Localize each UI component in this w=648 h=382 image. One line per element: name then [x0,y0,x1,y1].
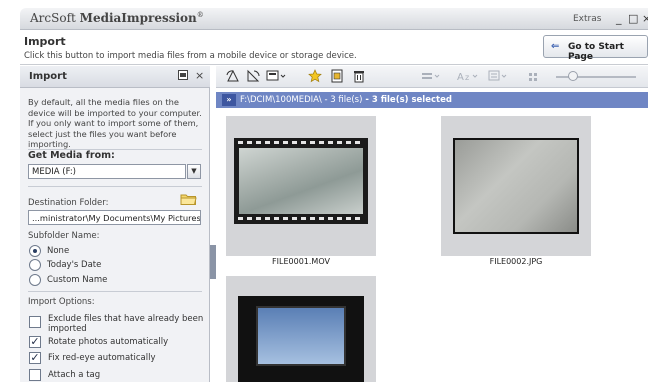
film-strip-holes [238,217,364,220]
checkbox-label: Rotate photos automatically [48,337,169,347]
back-arrow-icon: ⇐ [551,41,560,52]
destination-folder-label: Destination Folder: [28,198,109,208]
panel-close-icon[interactable]: × [195,69,204,82]
folder-path: F:\DCIM\100MEDIA\ - 3 file(s) [240,95,363,105]
radio-icon[interactable] [29,259,41,271]
import-options-label: Import Options: [28,297,95,307]
sort-icon[interactable] [421,69,441,86]
panel-collapse-handle[interactable] [210,245,216,279]
app-title-prefix: ArcSoft [30,11,80,25]
film-strip-holes [238,141,364,144]
destination-folder-input[interactable]: ...ministrator\My Documents\My Pictures [28,210,201,225]
panel-intro-text: By default, all the media files on the d… [28,97,202,149]
svg-text:A: A [457,72,464,83]
star-rating-icon[interactable] [308,69,322,86]
divider [28,186,202,187]
divider [28,291,202,292]
view-mode-icon[interactable] [266,69,286,86]
radio-label: Custom Name [47,275,108,285]
checkbox-checked-icon[interactable]: ✓ [29,352,41,364]
panel-title-bar: Import × [20,66,210,88]
list-view-icon[interactable] [488,69,508,86]
radio-icon[interactable] [29,274,41,286]
radio-label: Today's Date [47,260,102,270]
app-title: ArcSoft MediaImpression® [30,11,204,25]
media-source-value: MEDIA (F:) [32,167,76,177]
expand-folder-icon[interactable]: » [222,94,236,106]
app-title-name: MediaImpression [79,11,197,25]
video-thumbnail-image [234,138,368,224]
selection-count: - 3 file(s) selected [362,95,452,105]
media-thumbnail[interactable] [441,116,591,256]
panel-dock-icon[interactable] [178,70,188,83]
rotate-right-icon[interactable] [246,69,260,86]
photo-thumbnail-image [453,138,579,234]
text-filter-icon[interactable]: Az [456,69,480,86]
panel-title: Import [29,71,67,82]
page-description: Click this button to import media files … [24,51,357,61]
file-name: FILE0001.MOV [272,257,330,266]
radio-selected-icon[interactable] [29,245,41,257]
document-info-icon[interactable] [330,69,344,86]
page-header: Import Click this button to import media… [20,31,648,65]
media-source-select[interactable]: MEDIA (F:) [28,164,186,179]
toolbar: Az [216,66,648,88]
file-name: FILE0002.JPG [489,257,543,266]
get-media-label: Get Media from: [28,150,115,161]
media-thumbnail[interactable] [226,276,376,382]
photo-frame [256,306,346,366]
svg-text:z: z [465,73,469,82]
extras-menu[interactable]: Extras [573,14,601,24]
media-source-dropdown-icon[interactable]: ▼ [187,164,201,179]
go-to-start-page-button[interactable]: ⇐ Go to Start Page [543,35,648,62]
checkbox-label-continued: imported [48,324,87,334]
folder-path-text: F:\DCIM\100MEDIA\ - 3 file(s) - 3 file(s… [240,95,452,105]
checkbox-checked-icon[interactable]: ✓ [29,336,41,348]
folder-path-bar: » F:\DCIM\100MEDIA\ - 3 file(s) - 3 file… [216,92,648,108]
photo-frame [455,140,577,232]
page-title: Import [24,35,66,48]
checkbox-label: Exclude files that have already been [48,314,204,324]
media-thumbnail[interactable] [226,116,376,256]
start-button-label: Go to Start Page [568,42,624,62]
browse-folder-icon[interactable] [180,193,197,205]
checkbox-icon[interactable] [29,369,41,381]
delete-icon[interactable] [352,69,366,86]
destination-folder-value: ...ministrator\My Documents\My Pictures [32,213,201,223]
zoom-slider-handle[interactable] [568,71,578,81]
subfolder-name-label: Subfolder Name: [28,231,100,241]
thumbnail-size-small-icon [528,69,540,86]
radio-label: None [47,246,70,256]
minimize-button[interactable]: _ [616,12,622,25]
video-frame [239,148,363,214]
checkbox-icon[interactable] [29,316,41,328]
rotate-left-icon[interactable] [226,69,240,86]
app-title-mark: ® [196,11,204,19]
title-bar: ArcSoft MediaImpression® Extras _ □ × [20,8,648,30]
maximize-button[interactable]: □ [628,12,638,25]
close-window-button[interactable]: × [642,12,648,25]
checkbox-label: Attach a tag [48,370,101,380]
checkbox-label: Fix red-eye automatically [48,353,156,363]
photo-thumbnail-image [238,296,364,382]
